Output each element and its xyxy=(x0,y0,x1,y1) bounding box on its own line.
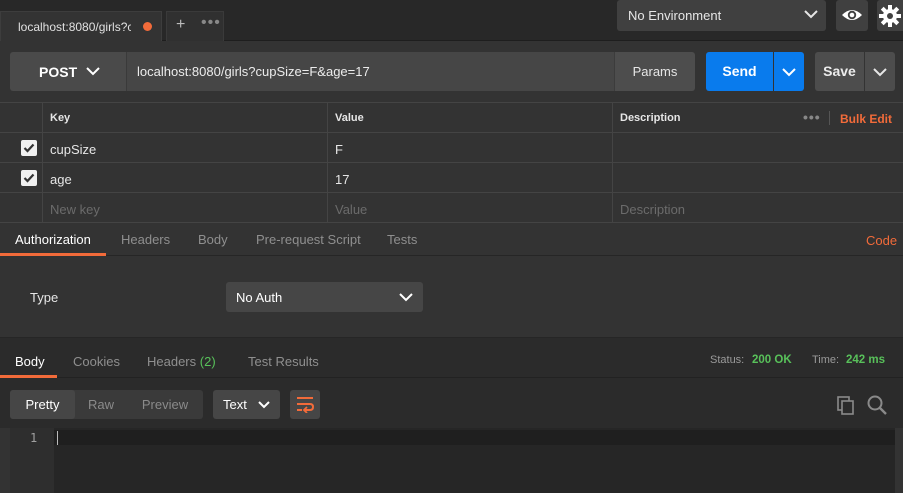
environment-select-value: No Environment xyxy=(628,8,722,23)
row-checkbox[interactable] xyxy=(21,170,37,186)
row-checkbox[interactable] xyxy=(21,140,37,156)
column-header-description: Description xyxy=(620,112,681,124)
language-select[interactable]: Text xyxy=(213,390,280,419)
tab-response-body[interactable]: Body xyxy=(15,354,45,369)
status-value: 200 OK xyxy=(752,354,792,366)
headers-count-badge: (2) xyxy=(199,354,216,369)
request-tab-title: localhost:8080/girls?cupSize=F&age=17 xyxy=(18,20,131,34)
send-button[interactable]: Send xyxy=(706,52,773,91)
gear-icon xyxy=(879,5,901,27)
time-label: Time: xyxy=(812,354,840,366)
tab-headers[interactable]: Headers xyxy=(121,232,170,247)
tab-body[interactable]: Body xyxy=(198,232,228,247)
chevron-down-icon xyxy=(873,68,887,77)
tab-pre-request-script[interactable]: Pre-request Script xyxy=(256,232,361,247)
params-button[interactable]: Params xyxy=(614,52,695,91)
search-icon[interactable] xyxy=(866,394,888,416)
value-cell[interactable]: 17 xyxy=(327,163,612,192)
key-value: cupSize xyxy=(50,142,97,157)
tab-cookies[interactable]: Cookies xyxy=(73,354,120,369)
environment-select[interactable]: No Environment xyxy=(617,0,826,31)
response-tabs: Body Cookies Headers (2) Test Results St… xyxy=(0,337,903,378)
divider xyxy=(829,111,830,125)
wrap-lines-button[interactable] xyxy=(290,390,320,419)
text-cursor xyxy=(57,431,58,445)
params-table: Key Value Description ••• Bulk Edit cupS… xyxy=(0,102,903,224)
time-value: 242 ms xyxy=(846,354,886,366)
description-cell[interactable] xyxy=(612,133,903,162)
unsaved-dot-icon xyxy=(143,22,152,31)
wrap-lines-icon xyxy=(297,397,314,413)
tab-tests[interactable]: Tests xyxy=(387,232,417,247)
table-row: age 17 xyxy=(0,163,903,193)
pretty-button[interactable]: Pretty xyxy=(10,390,75,419)
new-description-input[interactable]: Description xyxy=(612,193,903,222)
table-row: cupSize F xyxy=(0,133,903,163)
tab-response-headers[interactable]: Headers (2) xyxy=(147,354,216,369)
status-label: Status: xyxy=(710,354,745,366)
checkmark-icon xyxy=(23,143,35,153)
value-value: F xyxy=(335,142,343,157)
table-row-new: New key Value Description xyxy=(0,193,903,223)
auth-type-label: Type xyxy=(30,290,59,305)
column-header-value: Value xyxy=(335,112,364,124)
code-link[interactable]: Code xyxy=(866,233,897,248)
new-description-placeholder: Description xyxy=(620,202,686,217)
new-value-input[interactable]: Value xyxy=(327,193,612,222)
auth-type-select-value: No Auth xyxy=(236,290,283,305)
save-options-button[interactable] xyxy=(865,52,895,91)
value-value: 17 xyxy=(335,172,350,187)
chevron-down-icon xyxy=(804,10,818,19)
new-key-placeholder: New key xyxy=(50,202,100,217)
active-line-highlight xyxy=(54,430,895,445)
checkmark-icon xyxy=(23,173,35,183)
value-cell[interactable]: F xyxy=(327,133,612,162)
request-tab[interactable]: localhost:8080/girls?cupSize=F&age=17 xyxy=(0,11,162,41)
key-value: age xyxy=(50,172,72,187)
language-select-value: Text xyxy=(223,397,247,412)
tab-authorization[interactable]: Authorization xyxy=(15,232,91,247)
bulk-edit-link[interactable]: Bulk Edit xyxy=(840,112,892,126)
more-icon[interactable]: ••• xyxy=(803,109,821,125)
method-select[interactable]: POST xyxy=(10,52,126,91)
chevron-down-icon xyxy=(782,68,796,77)
tab-response-headers-label: Headers xyxy=(147,354,197,369)
params-table-header: Key Value Description ••• Bulk Edit xyxy=(0,103,903,133)
request-tabs: Authorization Headers Body Pre-request S… xyxy=(0,224,903,256)
column-header-key: Key xyxy=(50,112,71,124)
url-input-value: localhost:8080/girls?cupSize=F&age=17 xyxy=(137,64,370,79)
chevron-down-icon xyxy=(258,401,270,409)
send-options-button[interactable] xyxy=(774,52,804,91)
preview-button[interactable]: Preview xyxy=(127,390,203,419)
auth-type-select[interactable]: No Auth xyxy=(226,282,423,312)
key-cell[interactable]: age xyxy=(42,163,327,192)
environment-quick-look-button[interactable] xyxy=(836,0,868,31)
url-input[interactable]: localhost:8080/girls?cupSize=F&age=17 xyxy=(126,52,614,91)
key-cell[interactable]: cupSize xyxy=(42,133,327,162)
chevron-down-icon xyxy=(86,67,100,76)
new-value-placeholder: Value xyxy=(335,202,368,217)
tab-actions: + ••• xyxy=(166,11,224,41)
active-tab-indicator xyxy=(0,253,106,256)
tab-test-results[interactable]: Test Results xyxy=(248,354,319,369)
manage-environments-button[interactable] xyxy=(877,0,903,31)
save-button[interactable]: Save xyxy=(815,52,864,91)
tab-more-button[interactable]: ••• xyxy=(201,14,221,32)
chevron-down-icon xyxy=(399,293,413,302)
line-number: 1 xyxy=(30,431,38,445)
description-cell[interactable] xyxy=(612,163,903,192)
raw-button[interactable]: Raw xyxy=(75,390,127,419)
method-select-value: POST xyxy=(39,64,78,80)
new-key-input[interactable]: New key xyxy=(42,193,327,222)
copy-icon[interactable] xyxy=(836,395,856,415)
format-toggle-group: Pretty Raw Preview xyxy=(10,390,203,419)
new-tab-button[interactable]: + xyxy=(176,16,185,34)
eye-icon xyxy=(842,10,862,20)
